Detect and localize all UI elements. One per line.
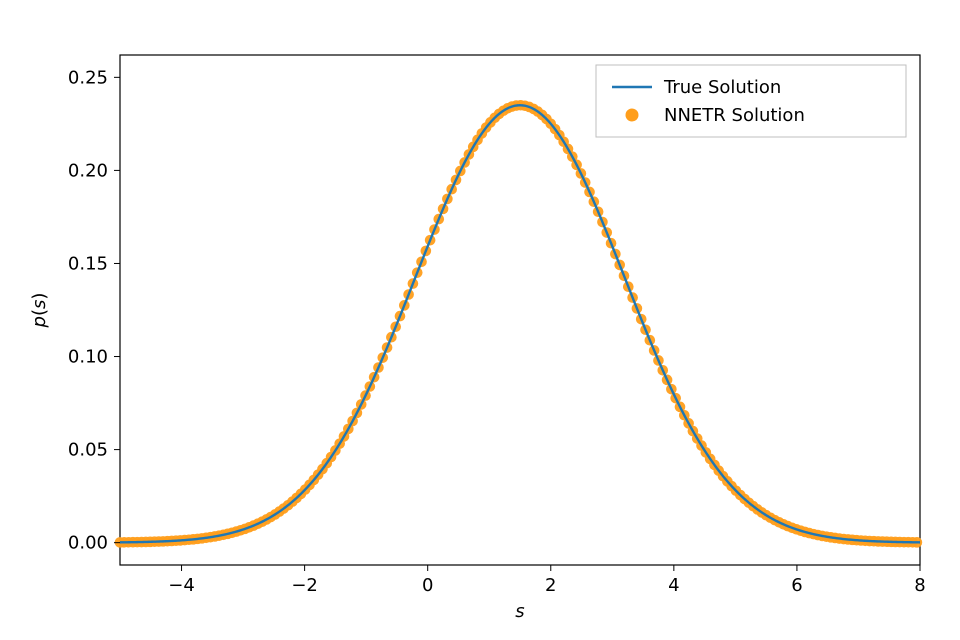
x-tick-label: −4 bbox=[168, 575, 195, 596]
legend-frame bbox=[596, 65, 906, 137]
figure: −4 −2 0 2 4 6 8 0.00 0.05 0.10 0.15 0.20 0.25 s p(s) Tr… bbox=[0, 0, 960, 640]
y-tick-label: 0.10 bbox=[68, 347, 108, 368]
plot-svg: −4 −2 0 2 4 6 8 0.00 0.05 0.10 0.15 0.20 0.25 s p(s) Tr… bbox=[0, 0, 960, 640]
x-tick-label: 0 bbox=[422, 575, 433, 596]
legend-swatch-marker bbox=[626, 109, 639, 122]
legend-label-nnetr: NNETR Solution bbox=[664, 105, 805, 126]
series-nnetr-solution bbox=[115, 100, 923, 548]
y-tick-label: 0.00 bbox=[68, 533, 108, 554]
legend-label-true: True Solution bbox=[663, 77, 781, 98]
y-tick-label: 0.20 bbox=[68, 160, 108, 181]
legend: True Solution NNETR Solution bbox=[596, 65, 906, 137]
y-tick-label: 0.05 bbox=[68, 440, 108, 461]
series-true-solution bbox=[120, 105, 920, 542]
y-tick-label: 0.15 bbox=[68, 253, 108, 274]
x-tick-label: 8 bbox=[914, 575, 925, 596]
x-tick-label: 4 bbox=[668, 575, 679, 596]
x-tick-label: 2 bbox=[545, 575, 556, 596]
y-tick-label: 0.25 bbox=[68, 67, 108, 88]
x-axis-label: s bbox=[515, 601, 524, 622]
x-tick-label: 6 bbox=[791, 575, 802, 596]
y-axis-label: p(s) bbox=[29, 293, 50, 329]
x-tick-label: −2 bbox=[291, 575, 318, 596]
